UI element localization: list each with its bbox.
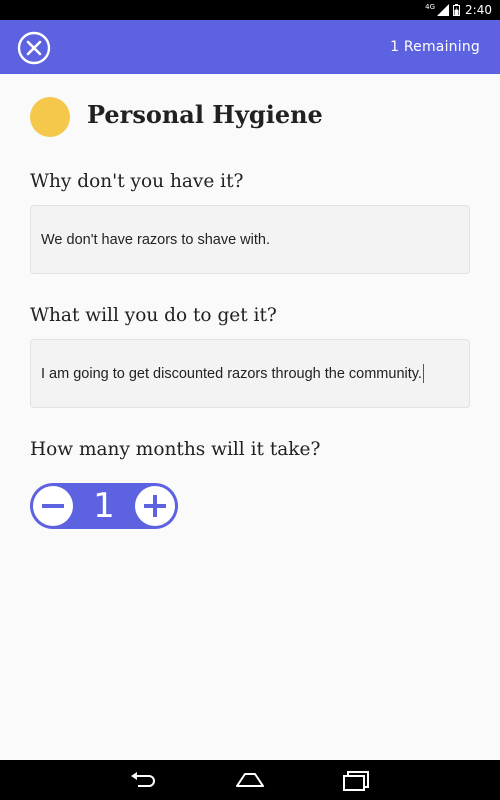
increment-button[interactable]	[135, 486, 175, 526]
why-answer-field[interactable]: We don't have razors to shave with.	[30, 205, 470, 274]
home-icon	[236, 773, 264, 787]
status-bar: 4G 2:40	[0, 0, 500, 20]
minus-icon	[42, 504, 64, 508]
decrement-button[interactable]	[33, 486, 73, 526]
nav-recents-button[interactable]	[340, 768, 372, 792]
category-color-dot	[30, 97, 70, 137]
close-button[interactable]	[17, 31, 51, 65]
page-title: Personal Hygiene	[87, 100, 323, 129]
question-months-label: How many months will it take?	[30, 439, 321, 460]
action-answer-field[interactable]: I am going to get discounted razors thro…	[30, 339, 470, 408]
network-type-label: 4G	[425, 3, 436, 11]
question-why-label: Why don't you have it?	[30, 171, 244, 192]
months-value: 1	[93, 486, 115, 526]
close-circle-icon	[17, 31, 51, 65]
recents-icon	[343, 771, 369, 791]
why-answer-text: We don't have razors to shave with.	[41, 231, 270, 248]
system-nav-bar	[0, 760, 500, 800]
signal-icon	[437, 4, 450, 16]
nav-back-button[interactable]	[128, 768, 160, 792]
remaining-count: 1 Remaining	[390, 39, 480, 55]
question-action-label: What will you do to get it?	[30, 305, 277, 326]
action-answer-text: I am going to get discounted razors thro…	[41, 365, 422, 382]
months-stepper: 1	[30, 483, 178, 529]
nav-home-button[interactable]	[234, 768, 266, 792]
text-cursor	[422, 364, 425, 383]
battery-icon	[453, 4, 461, 16]
back-icon	[131, 772, 155, 787]
status-time: 2:40	[465, 3, 492, 17]
plus-icon	[144, 495, 166, 517]
app-bar: 1 Remaining	[0, 20, 500, 74]
